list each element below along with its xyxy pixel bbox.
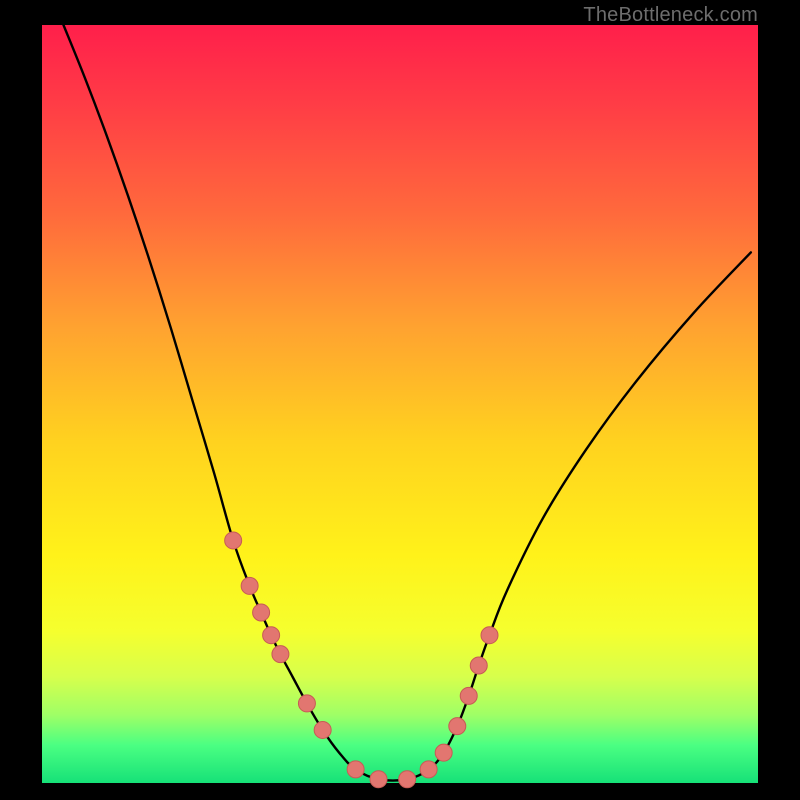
data-marker bbox=[460, 687, 477, 704]
data-marker bbox=[420, 761, 437, 778]
chart-overlay bbox=[42, 25, 758, 783]
data-marker bbox=[370, 771, 387, 788]
outer-frame: TheBottleneck.com bbox=[0, 0, 800, 800]
data-marker bbox=[449, 718, 466, 735]
data-marker bbox=[399, 771, 416, 788]
bottleneck-curve bbox=[63, 25, 750, 781]
data-marker bbox=[272, 646, 289, 663]
data-marker bbox=[435, 744, 452, 761]
data-marker bbox=[314, 721, 331, 738]
data-marker bbox=[241, 577, 258, 594]
attribution-text: TheBottleneck.com bbox=[583, 4, 758, 27]
right-marker-group bbox=[420, 627, 498, 778]
data-marker bbox=[253, 604, 270, 621]
data-marker bbox=[481, 627, 498, 644]
data-marker bbox=[298, 695, 315, 712]
data-marker bbox=[347, 761, 364, 778]
data-marker bbox=[225, 532, 242, 549]
left-marker-group bbox=[225, 532, 416, 788]
data-marker bbox=[263, 627, 280, 644]
data-marker bbox=[470, 657, 487, 674]
